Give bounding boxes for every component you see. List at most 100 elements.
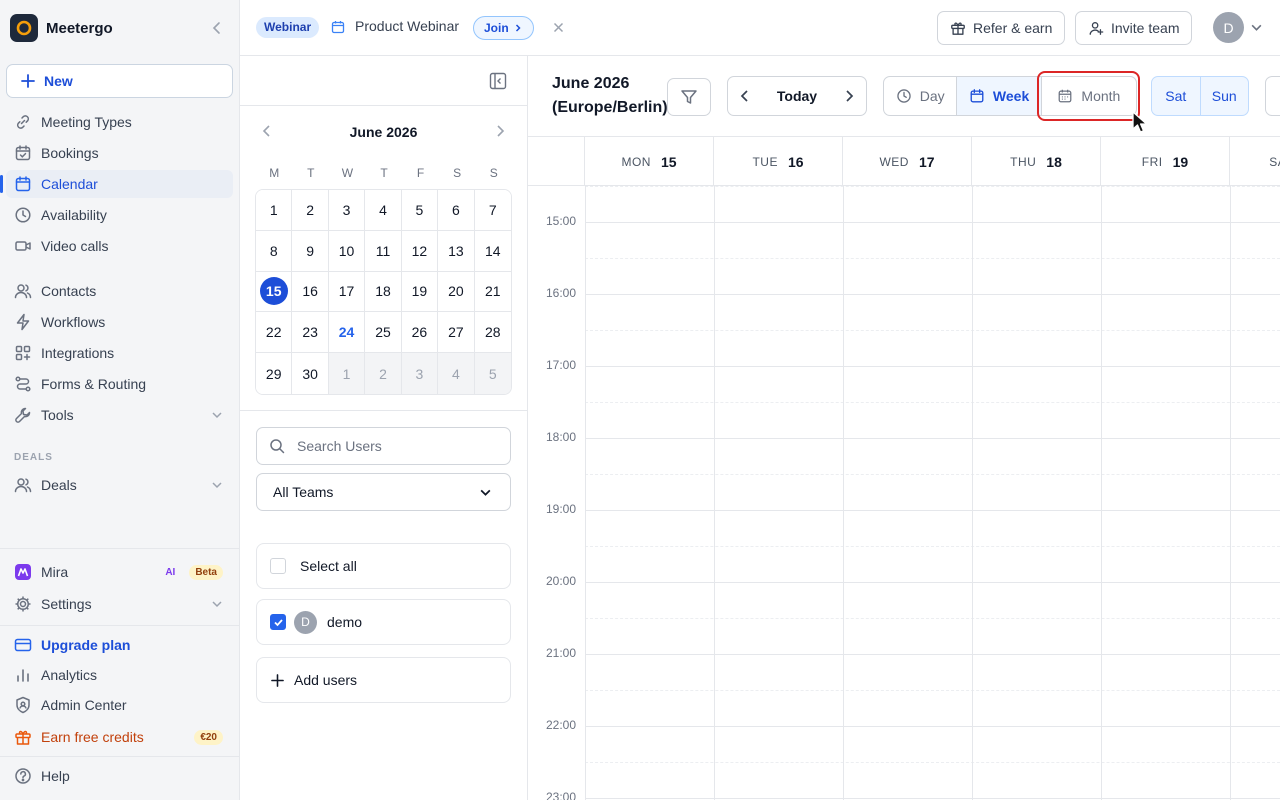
mini-calendar-day[interactable]: 28 <box>474 312 511 354</box>
mini-calendar-day[interactable]: 23 <box>292 312 329 354</box>
mini-calendar-day[interactable]: 18 <box>365 271 402 313</box>
user-row-demo[interactable]: D demo <box>256 599 511 645</box>
view-month-button[interactable]: Month <box>1042 77 1136 115</box>
sidebar-item-integrations[interactable]: Integrations <box>6 339 233 367</box>
sidebar-item-admin-center[interactable]: Admin Center <box>6 691 233 719</box>
day-column-header[interactable]: MON 15 <box>585 137 714 186</box>
mini-calendar-day[interactable]: 1 <box>256 190 293 231</box>
mini-calendar-day[interactable]: 2 <box>365 353 402 394</box>
mini-calendar-day[interactable]: 17 <box>328 271 366 313</box>
day-column-header[interactable]: WED 17 <box>843 137 972 186</box>
mini-calendar-day[interactable]: 11 <box>365 230 402 272</box>
half-hour-gridline <box>585 546 1280 547</box>
add-users-button[interactable]: Add users <box>256 657 511 703</box>
mini-calendar-day[interactable]: 25 <box>365 312 402 354</box>
day-number: 12 <box>411 242 428 259</box>
mini-calendar-day[interactable]: 3 <box>401 353 439 394</box>
sidebar-item-workflows[interactable]: Workflows <box>6 308 233 336</box>
sidebar-item-availability[interactable]: Availability <box>6 201 233 229</box>
today-button[interactable]: Today <box>762 88 832 104</box>
view-week-button[interactable]: Week <box>957 77 1042 115</box>
panel-collapse-icon[interactable] <box>489 72 507 90</box>
select-all-row[interactable]: Select all <box>256 543 511 589</box>
join-webinar-button[interactable]: Join <box>473 16 534 40</box>
day-number: 22 <box>265 324 282 341</box>
sidebar-item-calendar[interactable]: Calendar <box>0 170 233 198</box>
mini-calendar-day[interactable]: 6 <box>438 190 475 231</box>
day-name: SAT <box>1269 154 1280 169</box>
sidebar-item-earn-credits[interactable]: Earn free credits €20 <box>6 723 233 751</box>
mini-calendar-day[interactable]: 12 <box>401 230 439 272</box>
mini-calendar-day[interactable]: 15 <box>256 271 293 313</box>
sidebar-item-label: Mira <box>41 564 69 580</box>
user-avatar[interactable]: D <box>1213 12 1244 43</box>
sidebar-item-meeting-types[interactable]: Meeting Types <box>6 108 233 136</box>
chevron-down-icon[interactable] <box>1250 21 1263 34</box>
mini-calendar-day[interactable]: 13 <box>438 230 475 272</box>
mini-calendar-day[interactable]: 5 <box>474 353 511 394</box>
mini-calendar-day[interactable]: 10 <box>328 230 366 272</box>
view-day-button[interactable]: Day <box>884 77 958 115</box>
time-grid[interactable]: 15:00 16:00 17:00 18:00 19:00 20:00 21:00 22:00… <box>528 186 1280 800</box>
sidebar-item-bookings[interactable]: Bookings <box>6 139 233 167</box>
sidebar-item-deals[interactable]: Deals <box>6 471 233 499</box>
sidebar-item-contacts[interactable]: Contacts <box>6 277 233 305</box>
search-users-field[interactable] <box>256 427 511 465</box>
sidebar-item-upgrade-plan[interactable]: Upgrade plan <box>6 631 233 659</box>
mini-calendar-day[interactable]: 1 <box>328 353 366 394</box>
sidebar-item-forms-routing[interactable]: Forms & Routing <box>6 370 233 398</box>
sidebar-item-settings[interactable]: Settings <box>6 590 233 618</box>
mini-calendar-day[interactable]: 5 <box>401 190 439 231</box>
close-icon[interactable] <box>552 21 565 34</box>
search-users-input[interactable] <box>297 438 487 454</box>
user-checkbox[interactable] <box>270 614 286 630</box>
mini-calendar-day[interactable]: 7 <box>474 190 511 231</box>
mini-calendar-day[interactable]: 19 <box>401 271 439 313</box>
mini-calendar-day[interactable]: 20 <box>438 271 475 313</box>
select-all-checkbox[interactable] <box>270 558 286 574</box>
brand[interactable]: Meetergo <box>10 13 230 43</box>
mini-calendar-day[interactable]: 14 <box>474 230 511 272</box>
refer-earn-button[interactable]: Refer & earn <box>937 11 1066 45</box>
day-number: 8 <box>269 242 278 259</box>
invite-team-label: Invite team <box>1111 20 1180 36</box>
topbar: Webinar Product Webinar Join Refer & ear… <box>240 0 1280 56</box>
mini-calendar-day[interactable]: 30 <box>292 353 329 394</box>
mini-calendar-day[interactable]: 27 <box>438 312 475 354</box>
sidebar-item-analytics[interactable]: Analytics <box>6 661 233 689</box>
mini-calendar-day[interactable]: 24 <box>328 312 366 354</box>
chevron-right-icon[interactable] <box>493 124 507 138</box>
mini-calendar-day[interactable]: 21 <box>474 271 511 313</box>
mini-calendar-day[interactable]: 26 <box>401 312 439 354</box>
new-button[interactable]: New <box>6 64 233 98</box>
day-number: 5 <box>488 365 497 382</box>
mini-calendar-day[interactable]: 4 <box>438 353 475 394</box>
more-options-button[interactable] <box>1265 76 1280 116</box>
sidebar-item-tools[interactable]: Tools <box>6 401 233 429</box>
sidebar-item-video-calls[interactable]: Video calls <box>6 232 233 260</box>
mini-calendar-header: June 2026 <box>256 120 511 144</box>
next-week-icon[interactable] <box>832 89 866 103</box>
mini-calendar-day[interactable]: 16 <box>292 271 329 313</box>
day-column-header[interactable]: TUE 16 <box>714 137 843 186</box>
filter-button[interactable] <box>667 78 711 116</box>
day-column-header[interactable]: FRI 19 <box>1101 137 1230 186</box>
teams-select[interactable]: All Teams <box>256 473 511 511</box>
mini-calendar-day[interactable]: 29 <box>256 353 293 394</box>
mini-calendar-day[interactable]: 9 <box>292 230 329 272</box>
day-number: 1 <box>269 201 278 218</box>
invite-team-button[interactable]: Invite team <box>1075 11 1193 45</box>
sidebar-item-mira[interactable]: Mira AI Beta <box>6 558 233 586</box>
mini-calendar-day[interactable]: 8 <box>256 230 293 272</box>
mini-calendar-day[interactable]: 4 <box>365 190 402 231</box>
sidebar-item-help[interactable]: Help <box>6 762 233 790</box>
mini-calendar-day[interactable]: 22 <box>256 312 293 354</box>
toggle-saturday[interactable]: Sat <box>1152 77 1201 115</box>
day-column-header[interactable]: SAT20 <box>1230 137 1280 186</box>
mini-calendar-day[interactable]: 3 <box>328 190 366 231</box>
day-column-header[interactable]: THU 18 <box>972 137 1101 186</box>
collapse-sidebar-icon[interactable] <box>210 21 224 35</box>
toggle-sunday[interactable]: Sun <box>1201 77 1249 115</box>
prev-week-icon[interactable] <box>728 89 762 103</box>
mini-calendar-day[interactable]: 2 <box>292 190 329 231</box>
